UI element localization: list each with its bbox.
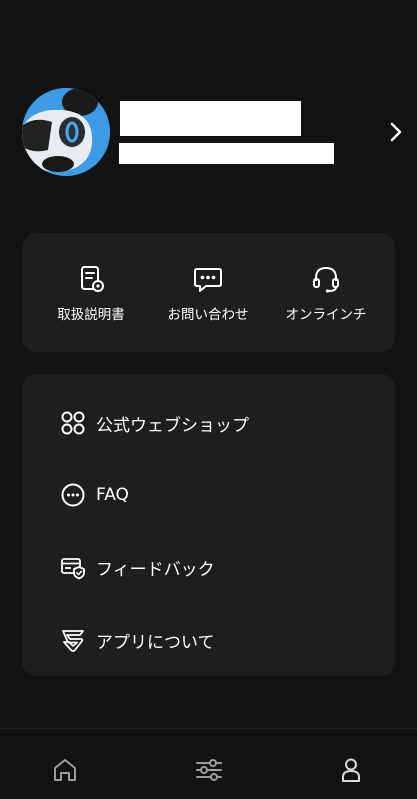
manual-icon bbox=[81, 266, 104, 292]
menu-item-webshop[interactable]: 公式ウェブショップ bbox=[60, 403, 380, 443]
menu-label-webshop: 公式ウェブショップ bbox=[96, 415, 249, 436]
menu-label-about: アプリについて bbox=[96, 632, 215, 653]
online-chat-label: オンラインチ bbox=[285, 307, 367, 323]
menu-item-feedback[interactable]: フィードバック bbox=[60, 547, 380, 587]
contact-button[interactable]: お問い合わせ bbox=[148, 263, 268, 323]
bottom-nav bbox=[0, 728, 417, 799]
menu-item-faq[interactable]: FAQ bbox=[60, 475, 380, 515]
contact-label: お問い合わせ bbox=[167, 307, 249, 323]
panda-avatar-icon bbox=[22, 88, 110, 176]
manual-label: 取扱説明書 bbox=[57, 307, 125, 323]
account-id-redacted bbox=[119, 143, 334, 164]
manual-button[interactable]: 取扱説明書 bbox=[31, 263, 151, 323]
online-chat-button[interactable]: オンラインチ bbox=[266, 263, 386, 323]
menu-label-faq: FAQ bbox=[96, 485, 129, 505]
avatar[interactable] bbox=[22, 88, 110, 176]
quick-actions-card: 取扱説明書 お問い合わせ オンラインチ bbox=[22, 233, 395, 352]
nav-profile[interactable] bbox=[336, 755, 366, 785]
headset-icon bbox=[313, 266, 339, 293]
me-page: 取扱説明書 お問い合わせ オンラインチ 公式ウェブショップ FAQ フィードバッ… bbox=[0, 0, 417, 799]
app-logo-icon bbox=[62, 630, 84, 652]
chat-icon bbox=[194, 268, 222, 292]
nav-home[interactable] bbox=[50, 755, 80, 785]
profile-icon bbox=[342, 758, 360, 782]
chevron-right-icon[interactable] bbox=[384, 120, 408, 144]
home-icon bbox=[54, 759, 76, 781]
menu-label-feedback: フィードバック bbox=[96, 559, 215, 580]
profile-header[interactable] bbox=[22, 88, 417, 178]
menu-card: 公式ウェブショップ FAQ フィードバック アプリについて bbox=[22, 374, 395, 676]
shop-grid-icon bbox=[61, 411, 85, 435]
menu-item-about[interactable]: アプリについて bbox=[60, 620, 380, 660]
faq-icon bbox=[61, 483, 85, 507]
feedback-icon bbox=[61, 558, 85, 580]
settings-sliders-icon bbox=[196, 759, 222, 781]
nav-settings[interactable] bbox=[194, 755, 224, 785]
username-redacted bbox=[120, 101, 301, 136]
